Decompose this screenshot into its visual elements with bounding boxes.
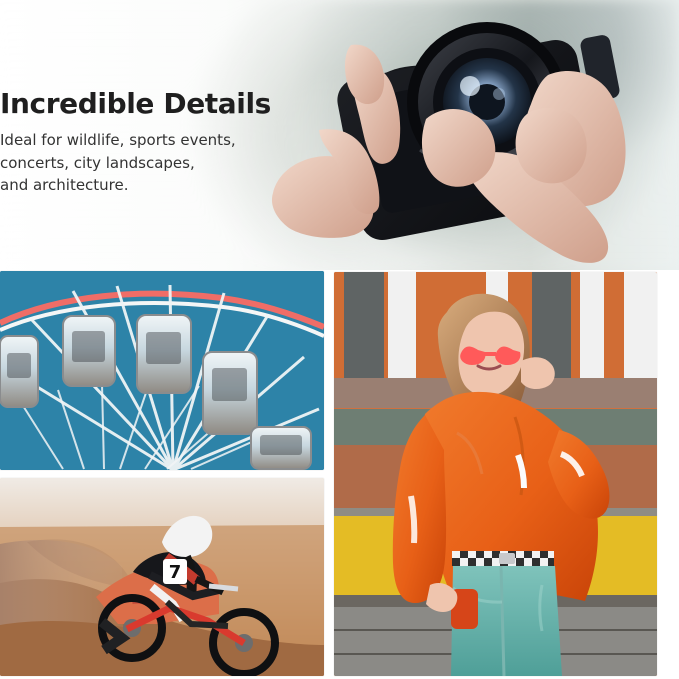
hero-description-line-1: Ideal for wildlife, sports events, <box>0 130 236 149</box>
ferris-wheel-icon <box>0 271 324 470</box>
hero-copy: Incredible Details Ideal for wildlife, s… <box>0 87 271 197</box>
hero-photo <box>255 0 679 270</box>
bike-number: 7 <box>169 562 182 583</box>
hero-description-line-2: concerts, city landscapes, <box>0 153 195 172</box>
ferris-wheel-photo <box>0 271 324 470</box>
page-title: Incredible Details <box>0 87 271 120</box>
motocross-photo: 7 <box>0 478 324 676</box>
fashion-person-icon <box>334 272 657 676</box>
page: Incredible Details Ideal for wildlife, s… <box>0 0 679 679</box>
camera-phone-icon <box>271 22 626 263</box>
hero-section: Incredible Details Ideal for wildlife, s… <box>0 0 679 270</box>
hero-description-line-3: and architecture. <box>0 176 129 195</box>
motorbike-icon: 7 <box>0 478 324 676</box>
hero-description: Ideal for wildlife, sports events, conce… <box>0 129 260 197</box>
fashion-photo <box>334 272 657 676</box>
